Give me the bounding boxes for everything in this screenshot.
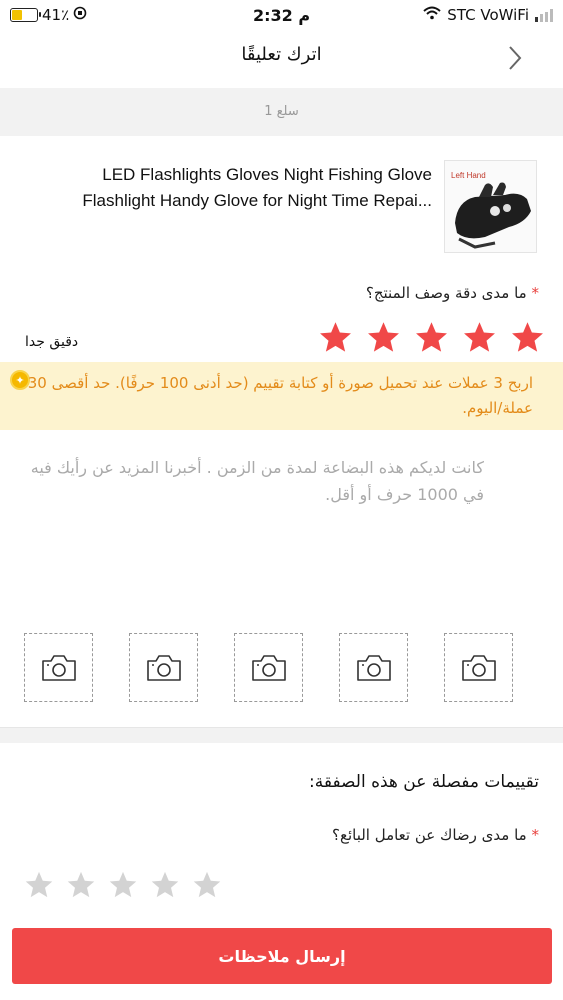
chevron-right-icon — [509, 46, 522, 70]
star-icon[interactable] — [414, 320, 449, 355]
star-icon[interactable] — [66, 870, 96, 900]
camera-icon — [356, 654, 391, 681]
banner-text: اربح 3 عملات عند تحميل صورة أو كتابة تقي… — [27, 374, 533, 417]
star-icon[interactable] — [108, 870, 138, 900]
photo-upload-slot[interactable] — [24, 633, 93, 702]
carrier-name: STC VoWiFi — [447, 6, 529, 24]
seller-star-rating[interactable] — [24, 870, 222, 900]
required-mark: * — [531, 284, 540, 302]
description-star-rating[interactable] — [318, 320, 545, 355]
star-icon[interactable] — [24, 870, 54, 900]
product-card: Left Hand LED Flashlights Gloves Night F… — [0, 160, 563, 256]
seller-satisfaction-question: * ما مدى رضاك عن تعامل البائع؟ — [332, 826, 539, 844]
question-text: ما مدى دقة وصف المنتج؟ — [365, 284, 527, 302]
question-text: ما مدى رضاك عن تعامل البائع؟ — [332, 826, 527, 844]
required-mark: * — [531, 826, 540, 844]
rating-value-label: دقيق جدا — [25, 334, 79, 350]
star-icon[interactable] — [462, 320, 497, 355]
photo-upload-slot[interactable] — [129, 633, 198, 702]
photo-upload-slot[interactable] — [234, 633, 303, 702]
page-header: اترك تعليقًا — [0, 34, 563, 82]
photo-upload-slot[interactable] — [339, 633, 408, 702]
camera-icon — [251, 654, 286, 681]
status-bar: 41٪ 2:32 م STC VoWiFi — [0, 0, 563, 30]
photo-upload-row — [24, 633, 513, 702]
orientation-lock-icon — [73, 6, 87, 24]
signal-icon — [535, 8, 553, 22]
coins-banner: ✦ اربح 3 عملات عند تحميل صورة أو كتابة ت… — [0, 362, 563, 430]
wifi-icon — [423, 6, 441, 24]
camera-icon — [461, 654, 496, 681]
star-icon[interactable] — [192, 870, 222, 900]
status-left: 41٪ — [10, 6, 210, 24]
page-title: اترك تعليقًا — [241, 44, 322, 65]
seller-strip: 1 سلع — [0, 88, 563, 136]
camera-icon — [146, 654, 181, 681]
section-divider — [0, 727, 563, 743]
description-accuracy-question: * ما مدى دقة وصف المنتج؟ — [366, 284, 539, 302]
product-image-label: Left Hand — [451, 171, 486, 180]
camera-icon — [41, 654, 76, 681]
detailed-ratings-title: تقييمات مفصلة عن هذه الصفقة: — [309, 772, 539, 792]
star-icon[interactable] — [318, 320, 353, 355]
star-icon[interactable] — [366, 320, 401, 355]
battery-icon — [10, 8, 41, 22]
photo-upload-slot[interactable] — [444, 633, 513, 702]
star-icon[interactable] — [510, 320, 545, 355]
star-icon[interactable] — [150, 870, 180, 900]
status-time: 2:32 م — [252, 5, 311, 25]
product-title[interactable]: LED Flashlights Gloves Night Fishing Glo… — [26, 162, 432, 214]
back-button[interactable] — [501, 44, 529, 72]
product-image: Left Hand — [444, 160, 537, 253]
status-right: STC VoWiFi — [353, 6, 553, 24]
battery-percent: 41٪ — [42, 6, 70, 24]
review-textarea[interactable] — [24, 454, 484, 604]
submit-feedback-button[interactable]: إرسال ملاحظات — [12, 928, 552, 984]
